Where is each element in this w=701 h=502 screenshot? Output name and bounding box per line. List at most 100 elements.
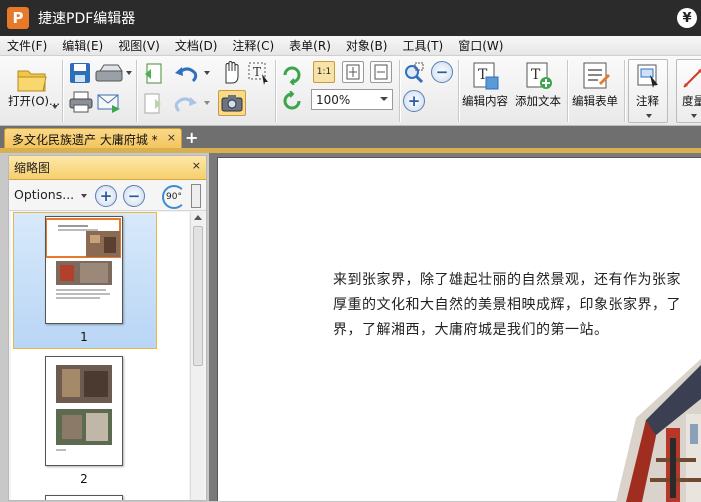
page-thumbnail-1[interactable] bbox=[45, 216, 123, 324]
menu-file[interactable]: 文件(F) bbox=[0, 37, 54, 54]
measure-icon bbox=[683, 68, 701, 88]
doc-paragraph-line-1: 来到张家界，除了雄起壮丽的自然景观，还有作为张家 bbox=[333, 272, 681, 288]
menu-document[interactable]: 文档(D) bbox=[168, 37, 225, 54]
hand-tool-button[interactable] bbox=[219, 60, 243, 86]
edit-content-label[interactable]: 编辑内容 bbox=[462, 93, 508, 109]
menu-object[interactable]: 对象(B) bbox=[339, 37, 395, 54]
actual-size-button[interactable]: 1:1 bbox=[313, 61, 335, 83]
fit-page-button[interactable] bbox=[342, 61, 364, 83]
print-button[interactable] bbox=[68, 90, 94, 114]
zoom-marquee-icon bbox=[405, 62, 424, 84]
scrollbar-thumb[interactable] bbox=[193, 226, 203, 366]
zoom-out-button[interactable]: − bbox=[431, 61, 453, 83]
rotate-left-icon bbox=[283, 91, 301, 110]
scanner-dropdown-arrow[interactable] bbox=[126, 71, 132, 75]
page-thumbnail-2[interactable] bbox=[45, 356, 123, 466]
annotate-button[interactable]: 注释 bbox=[628, 59, 668, 123]
page-2-preview bbox=[46, 357, 122, 465]
options-chevron-icon[interactable] bbox=[81, 194, 87, 198]
email-icon bbox=[97, 94, 120, 113]
page-number-1: 1 bbox=[80, 330, 88, 344]
thumbnail-scrollbar[interactable] bbox=[190, 212, 204, 500]
add-text-icon: T bbox=[526, 62, 552, 89]
rotate-page-button[interactable]: 90° bbox=[162, 185, 186, 209]
undo-icon bbox=[175, 67, 198, 83]
document-tab[interactable]: 多文化民族遗产 大庸府城 * × bbox=[4, 128, 182, 149]
minus-icon: − bbox=[435, 63, 449, 81]
doc-paragraph-line-3: 界，了解湘西，大庸府城是我们的第一站。 bbox=[333, 322, 609, 338]
folder-icon bbox=[17, 70, 47, 92]
redo-icon bbox=[174, 97, 197, 113]
app-logo-icon: P bbox=[7, 7, 29, 29]
zoom-select[interactable]: 100% bbox=[311, 89, 393, 110]
redo-button bbox=[172, 92, 200, 116]
rotate-counterclockwise-button[interactable] bbox=[280, 90, 304, 114]
zoom-marquee-button[interactable] bbox=[402, 62, 426, 84]
rotate-90-label: 90° bbox=[166, 192, 182, 202]
page-thumbnail-3[interactable] bbox=[45, 495, 123, 500]
close-panel-icon[interactable]: × bbox=[192, 159, 201, 172]
actual-size-label: 1:1 bbox=[316, 67, 332, 77]
undo-button[interactable] bbox=[172, 62, 200, 86]
window-title: 捷速PDF编辑器 bbox=[38, 11, 136, 27]
text-select-icon: T bbox=[248, 62, 268, 85]
menu-tools[interactable]: 工具(T) bbox=[395, 37, 450, 54]
previous-page-button[interactable] bbox=[142, 62, 164, 86]
edit-form-label[interactable]: 编辑表单 bbox=[572, 93, 618, 109]
options-dropdown[interactable]: Options... bbox=[14, 187, 74, 202]
annotate-dropdown-arrow bbox=[646, 114, 652, 118]
camera-icon bbox=[221, 95, 243, 112]
hand-icon bbox=[225, 61, 239, 84]
undo-dropdown-arrow[interactable] bbox=[204, 71, 210, 75]
menu-bar: 文件(F) 编辑(E) 视图(V) 文档(D) 注释(C) 表单(R) 对象(B… bbox=[0, 36, 701, 56]
thumbnail-tools-dropdown[interactable] bbox=[191, 184, 201, 208]
menu-window[interactable]: 窗口(W) bbox=[451, 37, 510, 54]
annotate-icon bbox=[637, 64, 658, 88]
thumbnail-shrink-button[interactable]: − bbox=[123, 185, 145, 207]
plus-icon: + bbox=[407, 92, 421, 110]
document-page[interactable]: 来到张家界，除了雄起壮丽的自然景观，还有作为张家 厚重的文化和大自然的美景相映成… bbox=[217, 157, 701, 502]
save-button[interactable] bbox=[68, 62, 92, 84]
annotate-label: 注释 bbox=[636, 94, 659, 108]
zoom-in-button[interactable]: + bbox=[403, 90, 425, 112]
thumbnail-enlarge-button[interactable]: + bbox=[95, 185, 117, 207]
next-page-button bbox=[142, 92, 164, 116]
rotate-clockwise-button[interactable] bbox=[280, 62, 304, 86]
add-text-label[interactable]: 添加文本 bbox=[515, 93, 561, 109]
svg-text:T: T bbox=[531, 67, 541, 83]
thumbnail-panel: 缩略图 × Options... + − 90° 1 2 bbox=[8, 155, 207, 501]
add-text-button[interactable]: T bbox=[523, 60, 555, 92]
save-icon bbox=[70, 63, 90, 83]
scroll-up-icon[interactable] bbox=[194, 215, 202, 220]
thumbnail-toolbar: Options... + − 90° bbox=[9, 181, 206, 211]
fit-width-button[interactable] bbox=[370, 61, 392, 83]
fit-page-icon bbox=[346, 64, 360, 80]
measure-button[interactable]: 度量 bbox=[676, 59, 701, 123]
minus-icon: − bbox=[127, 187, 141, 205]
redo-dropdown-arrow bbox=[204, 101, 210, 105]
email-button[interactable] bbox=[96, 90, 122, 114]
snapshot-button[interactable] bbox=[218, 90, 246, 116]
menu-form[interactable]: 表单(R) bbox=[282, 37, 338, 54]
menu-comment[interactable]: 注释(C) bbox=[225, 37, 281, 54]
page-back-icon bbox=[145, 63, 162, 84]
page-1-preview bbox=[45, 217, 122, 323]
menu-edit[interactable]: 编辑(E) bbox=[55, 37, 110, 54]
new-tab-icon[interactable]: + bbox=[185, 130, 199, 146]
edit-content-icon: T bbox=[473, 62, 499, 90]
plus-icon: + bbox=[99, 187, 113, 205]
svg-text:T: T bbox=[253, 65, 261, 79]
edit-form-button[interactable] bbox=[580, 60, 612, 92]
select-text-button[interactable]: T bbox=[246, 60, 272, 86]
menu-view[interactable]: 视图(V) bbox=[111, 37, 167, 54]
scanner-button[interactable] bbox=[95, 62, 125, 84]
close-tab-icon[interactable]: × bbox=[167, 131, 176, 144]
yen-icon[interactable]: ¥ bbox=[677, 8, 697, 28]
open-button[interactable] bbox=[14, 64, 50, 94]
open-dropdown-arrow[interactable] bbox=[52, 105, 58, 109]
fit-width-icon bbox=[374, 64, 388, 80]
chevron-down-icon[interactable] bbox=[380, 97, 388, 101]
document-viewport: 来到张家界，除了雄起壮丽的自然景观，还有作为张家 厚重的文化和大自然的美景相映成… bbox=[209, 153, 701, 502]
zoom-value: 100% bbox=[316, 92, 351, 107]
edit-content-button[interactable]: T bbox=[470, 60, 502, 92]
